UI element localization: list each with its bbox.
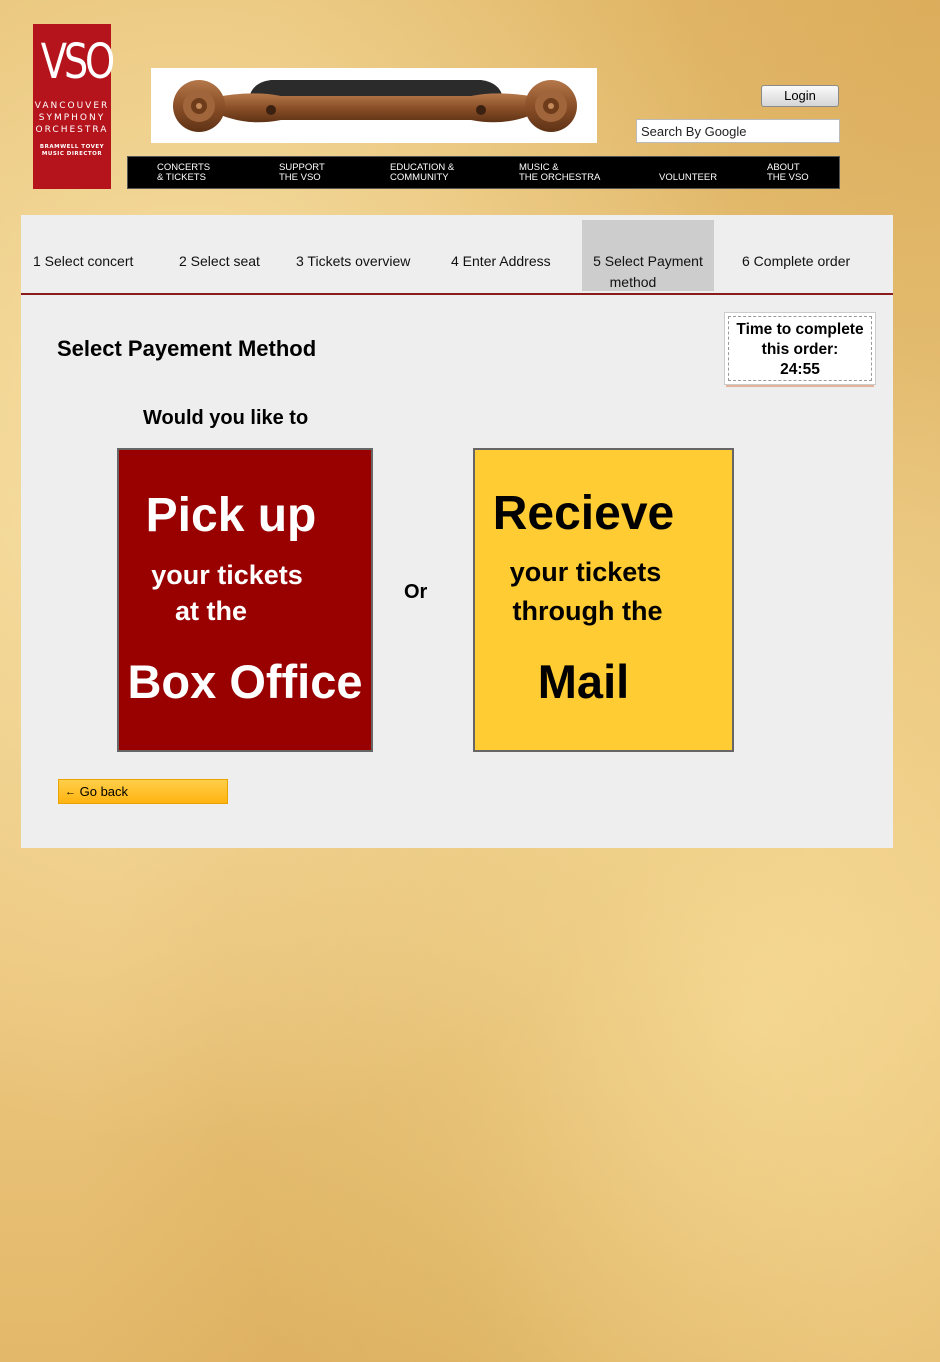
nav-label: Volunteer xyxy=(659,172,718,183)
nav-volunteer[interactable]: Volunteer xyxy=(659,163,717,183)
checkout-steps: 1 Select concert 2 Select seat 3 Tickets… xyxy=(21,215,893,295)
nav-label: The VSO xyxy=(767,172,809,183)
option-text: your tickets xyxy=(509,557,662,587)
logo-org-line: VANCOUVER xyxy=(34,101,110,111)
logo-org-line: SYMPHONY xyxy=(38,113,106,123)
timer-countdown: 24:55 xyxy=(780,361,820,378)
step-complete-order[interactable]: 6 Complete order xyxy=(742,251,850,272)
nav-label: Community xyxy=(390,172,449,183)
nav-support-vso[interactable]: Support The VSO xyxy=(279,163,325,183)
step-enter-address[interactable]: 4 Enter Address xyxy=(451,251,551,272)
step-label: method xyxy=(609,274,657,290)
payment-prompt: Would you like to xyxy=(143,407,309,429)
nav-about-vso[interactable]: About The VSO xyxy=(767,163,809,183)
step-label: 5 Select Payment xyxy=(593,253,703,269)
order-timer: Time to complete this order: 24:55 xyxy=(724,312,876,385)
option-headline: Mail xyxy=(537,655,630,708)
or-separator: Or xyxy=(404,581,428,603)
nav-music-orchestra[interactable]: Music & The Orchestra xyxy=(519,163,600,183)
option-headline: Box Office xyxy=(127,655,363,708)
timer-label: this order: xyxy=(761,341,839,358)
arrow-left-icon: ← xyxy=(65,786,76,798)
login-button[interactable]: Login xyxy=(761,85,839,107)
step-tickets-overview[interactable]: 3 Tickets overview xyxy=(296,251,410,272)
order-timer-content: Time to complete this order: 24:55 xyxy=(728,316,872,381)
violin-scroll-illustration xyxy=(173,80,577,132)
timer-label: Time to complete xyxy=(736,321,864,338)
violin-banner-image xyxy=(151,68,597,143)
option-text: through the xyxy=(512,596,663,626)
option-text: at the xyxy=(174,596,247,626)
checkout-panel: 1 Select concert 2 Select seat 3 Tickets… xyxy=(21,215,893,848)
step-select-concert[interactable]: 1 Select concert xyxy=(33,251,133,272)
nav-label: The VSO xyxy=(279,172,321,183)
logo-director-line: MUSIC DIRECTOR xyxy=(41,151,103,157)
top-navigation: Concerts & Tickets Support The VSO Educa… xyxy=(127,156,840,189)
option-headline: Recieve xyxy=(492,487,675,540)
logo-initials: VSO xyxy=(40,34,115,90)
nav-label: The Orchestra xyxy=(519,172,601,183)
go-back-button[interactable]: ← Go back xyxy=(58,779,228,804)
go-back-label: Go back xyxy=(79,784,129,799)
search-input[interactable] xyxy=(636,119,840,143)
option-text: your tickets xyxy=(151,560,303,590)
page-title: Select Payement Method xyxy=(57,336,317,361)
option-headline: Pick up xyxy=(145,489,317,542)
logo-org-line: ORCHESTRA xyxy=(35,125,109,135)
logo-org-name: VANCOUVER SYMPHONY ORCHESTRA xyxy=(33,100,111,136)
pickup-box-office-option[interactable]: Pick up your tickets at the Box Office xyxy=(117,448,373,752)
nav-label: & Tickets xyxy=(157,172,206,183)
vso-logo[interactable]: VSO VANCOUVER SYMPHONY ORCHESTRA BRAMWEL… xyxy=(33,24,115,189)
logo-director-line: BRAMWELL TOVEY xyxy=(39,144,105,150)
nav-education-community[interactable]: Education & Community xyxy=(390,163,454,183)
step-select-seat[interactable]: 2 Select seat xyxy=(179,251,260,272)
timer-underline xyxy=(726,385,874,387)
receive-by-mail-option[interactable]: Recieve your tickets through the Mail xyxy=(473,448,734,752)
logo-director: BRAMWELL TOVEY MUSIC DIRECTOR xyxy=(33,144,111,158)
step-select-payment[interactable]: 5 Select Payment method xyxy=(582,220,714,291)
nav-concerts-tickets[interactable]: Concerts & Tickets xyxy=(157,163,210,183)
